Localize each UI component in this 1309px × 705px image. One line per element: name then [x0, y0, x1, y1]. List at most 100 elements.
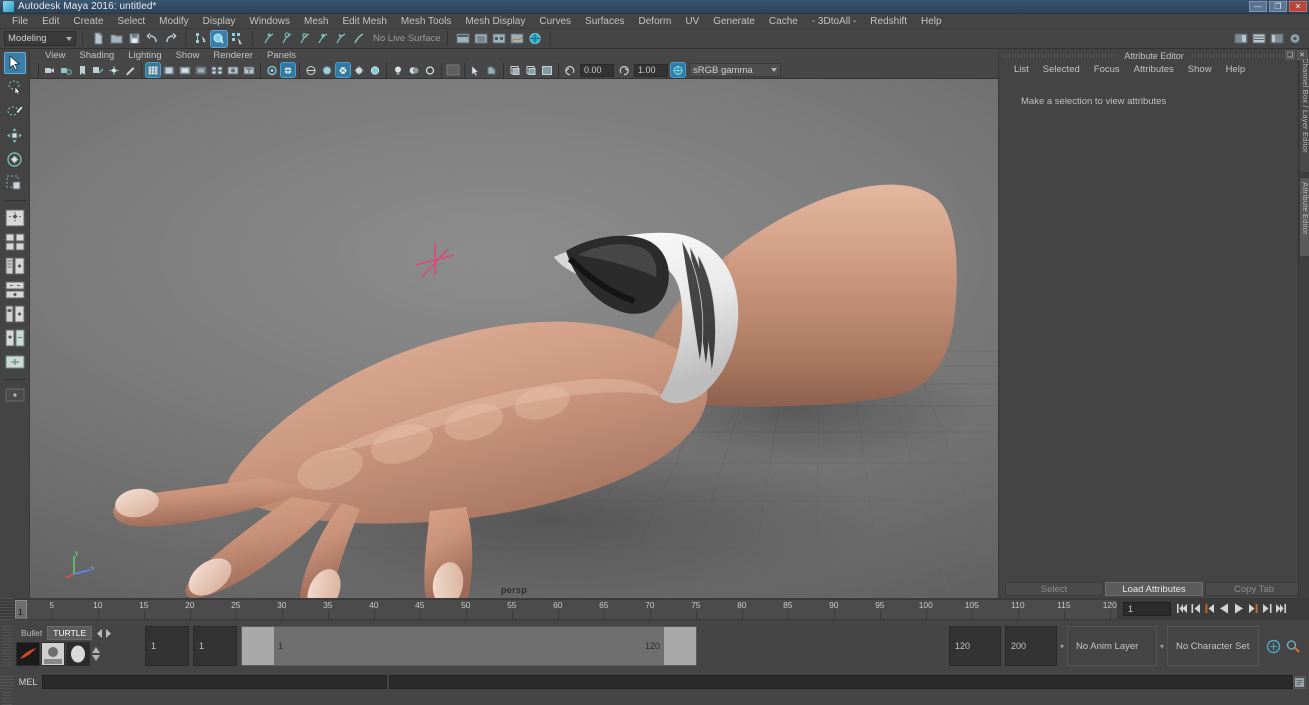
menu-3dtoall[interactable]: - 3DtoAll - — [805, 14, 863, 29]
show-editor-icon[interactable] — [455, 31, 471, 47]
menu-cache[interactable]: Cache — [762, 14, 805, 29]
menu-uv[interactable]: UV — [678, 14, 706, 29]
ambient-occlusion-icon[interactable] — [423, 63, 437, 77]
play-forwards-icon[interactable] — [1233, 603, 1244, 616]
make-live-icon[interactable] — [350, 31, 366, 47]
go-to-end-icon[interactable] — [1275, 603, 1286, 616]
range-end-time-field[interactable]: 120 — [949, 626, 1001, 666]
layout-relationship-editor[interactable] — [4, 351, 26, 373]
menu-edit-mesh[interactable]: Edit Mesh — [335, 14, 393, 29]
viewport-menu-view[interactable]: View — [38, 49, 72, 62]
xray-icon[interactable] — [265, 63, 279, 77]
turtle-render-icon[interactable] — [16, 641, 40, 666]
turtle-uv-icon[interactable] — [66, 641, 90, 666]
open-scene-icon[interactable] — [108, 31, 124, 47]
copy-tab-button[interactable]: Copy Tab — [1205, 582, 1303, 596]
menu-curves[interactable]: Curves — [532, 14, 578, 29]
anim-layer-arrow-icon[interactable]: ▾ — [1057, 642, 1067, 651]
layout-persp-graph[interactable] — [4, 303, 26, 325]
menu-create[interactable]: Create — [66, 14, 110, 29]
range-slider-bar[interactable]: 1 120 — [241, 626, 697, 666]
shaded-wireframe-icon[interactable] — [368, 63, 382, 77]
layout-hypergraph-persp[interactable] — [4, 279, 26, 301]
menu-surfaces[interactable]: Surfaces — [578, 14, 631, 29]
current-time-indicator[interactable]: 1 — [15, 599, 27, 619]
range-start-time-field[interactable]: 1 — [193, 626, 237, 666]
range-slider-end-handle[interactable] — [664, 627, 696, 665]
load-attributes-button[interactable]: Load Attributes — [1105, 582, 1203, 596]
animation-end-time-field[interactable]: 200 — [1005, 626, 1057, 666]
step-back-frame-icon[interactable] — [1191, 603, 1202, 616]
lasso-select-tool[interactable] — [4, 76, 26, 98]
film-gate-icon[interactable] — [162, 63, 176, 77]
shelf-tab-bullet[interactable]: Bullet — [16, 627, 47, 639]
minimize-button[interactable]: — — [1249, 1, 1267, 12]
sidebar-tab-channel-box[interactable]: Channel Box / Layer Editor — [1299, 53, 1309, 173]
resolution-gate-icon[interactable] — [178, 63, 192, 77]
wireframe-icon[interactable] — [304, 63, 318, 77]
viewport-snapshot-icon[interactable] — [485, 63, 499, 77]
character-set-selector[interactable]: No Character Set — [1167, 626, 1259, 666]
command-input[interactable] — [42, 675, 387, 689]
perspective-viewport[interactable]: y x persp — [30, 79, 998, 598]
select-by-hierarchy-icon[interactable] — [193, 31, 209, 47]
bookmark-icon[interactable] — [75, 63, 89, 77]
shelf-scroll-down-icon[interactable] — [92, 654, 100, 661]
ae-menu-list[interactable]: List — [1007, 62, 1036, 78]
snap-to-point-icon[interactable] — [296, 31, 312, 47]
shelf-next-icon[interactable] — [105, 628, 112, 638]
show-graph-editor-icon[interactable] — [509, 31, 525, 47]
step-back-key-icon[interactable] — [1205, 603, 1216, 616]
show-outliner-icon[interactable] — [473, 31, 489, 47]
color-management-selector[interactable]: sRGB gamma — [689, 63, 781, 77]
two-dimensional-pan-zoom-icon[interactable] — [107, 63, 121, 77]
menu-modify[interactable]: Modify — [152, 14, 195, 29]
range-slider-start-handle[interactable] — [242, 627, 274, 665]
help-line-grip[interactable] — [2, 692, 12, 705]
move-tool[interactable] — [4, 124, 26, 146]
gamma-icon[interactable] — [524, 63, 538, 77]
menu-display[interactable]: Display — [196, 14, 243, 29]
command-line-grip[interactable] — [0, 675, 14, 689]
sidebar-tab-attribute-editor[interactable]: Attribute Editor — [1299, 177, 1309, 257]
shelf-prev-icon[interactable] — [96, 628, 103, 638]
select-camera-icon[interactable] — [43, 63, 57, 77]
sidebar-toggle-2-icon[interactable] — [1251, 31, 1267, 47]
time-slider-track[interactable]: 1 5 10 15 20 25 30 35 40 45 50 55 60 65 70 75 80 85 90 95 1… — [14, 598, 1118, 620]
scale-tool[interactable] — [4, 172, 26, 194]
shadows-icon[interactable] — [407, 63, 421, 77]
show-hypergraph-icon[interactable] — [491, 31, 507, 47]
select-tool[interactable] — [3, 52, 26, 74]
menu-mesh[interactable]: Mesh — [297, 14, 335, 29]
auto-keyframe-icon[interactable] — [1266, 639, 1281, 654]
select-button[interactable]: Select — [1005, 582, 1103, 596]
viewport-menu-renderer[interactable]: Renderer — [206, 49, 260, 62]
reset-exposure-icon[interactable] — [563, 63, 577, 77]
sidebar-toggle-3-icon[interactable] — [1269, 31, 1285, 47]
menu-select[interactable]: Select — [110, 14, 152, 29]
ae-menu-focus[interactable]: Focus — [1087, 62, 1127, 78]
select-by-component-icon[interactable] — [229, 31, 245, 47]
viewport-menu-show[interactable]: Show — [169, 49, 207, 62]
play-backwards-icon[interactable] — [1219, 603, 1230, 616]
menu-mesh-tools[interactable]: Mesh Tools — [394, 14, 458, 29]
gamma-value[interactable]: 1.00 — [634, 63, 668, 77]
lighting-all-icon[interactable] — [391, 63, 405, 77]
ae-menu-selected[interactable]: Selected — [1036, 62, 1087, 78]
new-scene-icon[interactable] — [90, 31, 106, 47]
use-default-material-icon[interactable] — [352, 63, 366, 77]
layout-four-view[interactable] — [4, 231, 26, 253]
motion-blur-icon[interactable] — [446, 63, 460, 77]
viewport-menu-panels[interactable]: Panels — [260, 49, 303, 62]
color-management-icon[interactable] — [670, 62, 686, 78]
paint-select-tool[interactable] — [4, 100, 26, 122]
gate-mask-icon[interactable] — [194, 63, 208, 77]
grease-pencil-icon[interactable] — [123, 63, 137, 77]
script-editor-icon[interactable] — [1293, 675, 1306, 689]
current-frame-field[interactable]: 1 — [1123, 602, 1171, 616]
viewport-menu-shading[interactable]: Shading — [72, 49, 121, 62]
menu-generate[interactable]: Generate — [706, 14, 762, 29]
grid-toggle-icon[interactable] — [145, 62, 161, 78]
smooth-shade-all-icon[interactable] — [320, 63, 334, 77]
field-chart-icon[interactable] — [210, 63, 224, 77]
